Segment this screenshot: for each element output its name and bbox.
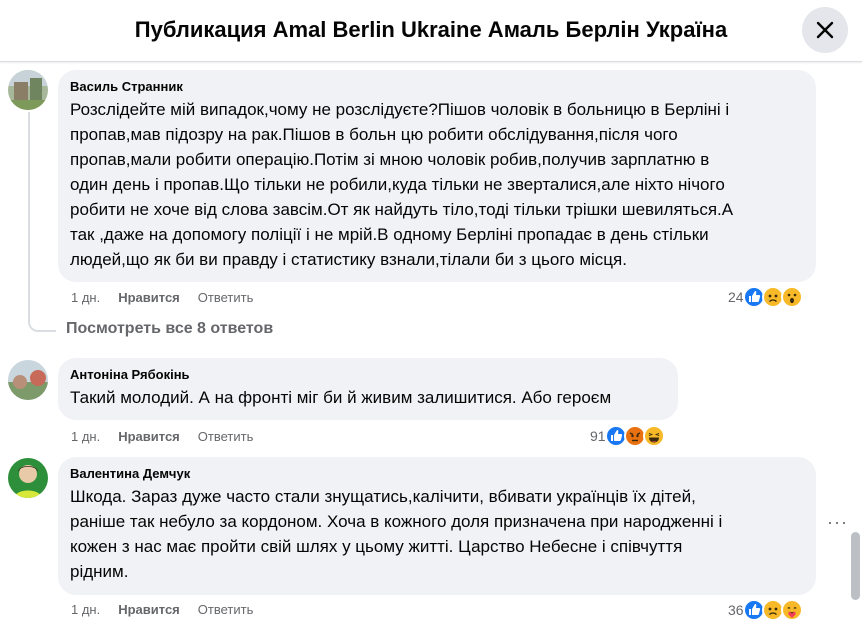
comment-timestamp[interactable]: 1 дн. <box>71 429 100 444</box>
comment-timestamp[interactable]: 1 дн. <box>71 290 100 305</box>
reply-button[interactable]: Ответить <box>198 290 254 305</box>
comment-text: Розслідейте мій випадок,чому не розсліду… <box>70 100 734 269</box>
comment-text: Шкода. Зараз дуже часто стали знущатись,… <box>70 487 723 581</box>
comment-timestamp[interactable]: 1 дн. <box>71 602 100 617</box>
close-icon <box>816 21 834 39</box>
like-button[interactable]: Нравится <box>118 602 180 617</box>
like-button[interactable]: Нравится <box>118 429 180 444</box>
comment-author[interactable]: Василь Странник <box>70 79 804 95</box>
care-reaction-icon <box>780 599 803 621</box>
comment-bubble: Василь Странник Розслідейте мій випадок,… <box>58 70 816 282</box>
reaction-count: 24 <box>728 289 744 305</box>
reaction-summary[interactable]: 24 <box>728 285 803 309</box>
haha-reaction-icon <box>642 425 665 447</box>
like-button[interactable]: Нравится <box>118 290 180 305</box>
dialog-title: Публикация Amal Berlin Ukraine Амаль Бер… <box>134 17 728 42</box>
reaction-summary[interactable]: 91 <box>590 424 665 448</box>
comment-author[interactable]: Антоніна Рябокінь <box>70 367 666 383</box>
comment-author[interactable]: Валентина Демчук <box>70 466 804 482</box>
close-button[interactable] <box>802 7 848 53</box>
avatar[interactable] <box>8 70 48 110</box>
scrollbar-thumb[interactable] <box>851 532 860 600</box>
reply-thread-line <box>28 112 56 332</box>
comment-bubble: Антоніна Рябокінь Такий молодий. А на фр… <box>58 358 678 420</box>
reply-button[interactable]: Ответить <box>198 429 254 444</box>
dialog-header: Публикация Amal Berlin Ukraine Амаль Бер… <box>0 0 862 62</box>
reaction-summary[interactable]: 36 <box>728 598 803 622</box>
comment-actions: 1 дн. Нравится Ответить <box>71 290 253 305</box>
reaction-count: 91 <box>590 428 606 444</box>
view-all-replies-link[interactable]: Посмотреть все 8 ответов <box>66 320 273 338</box>
reply-button[interactable]: Ответить <box>198 602 254 617</box>
comment-text: Такий молодий. А на фронті міг би й живи… <box>70 388 612 407</box>
more-options-icon[interactable]: ··· <box>827 512 848 533</box>
reaction-count: 36 <box>728 602 744 618</box>
avatar[interactable] <box>8 458 48 498</box>
avatar[interactable] <box>8 360 48 400</box>
comment-actions: 1 дн. Нравится Ответить <box>71 602 253 617</box>
comment-actions: 1 дн. Нравится Ответить <box>71 429 253 444</box>
wow-reaction-icon <box>780 286 803 308</box>
comment-bubble: Валентина Демчук Шкода. Зараз дуже часто… <box>58 457 816 595</box>
